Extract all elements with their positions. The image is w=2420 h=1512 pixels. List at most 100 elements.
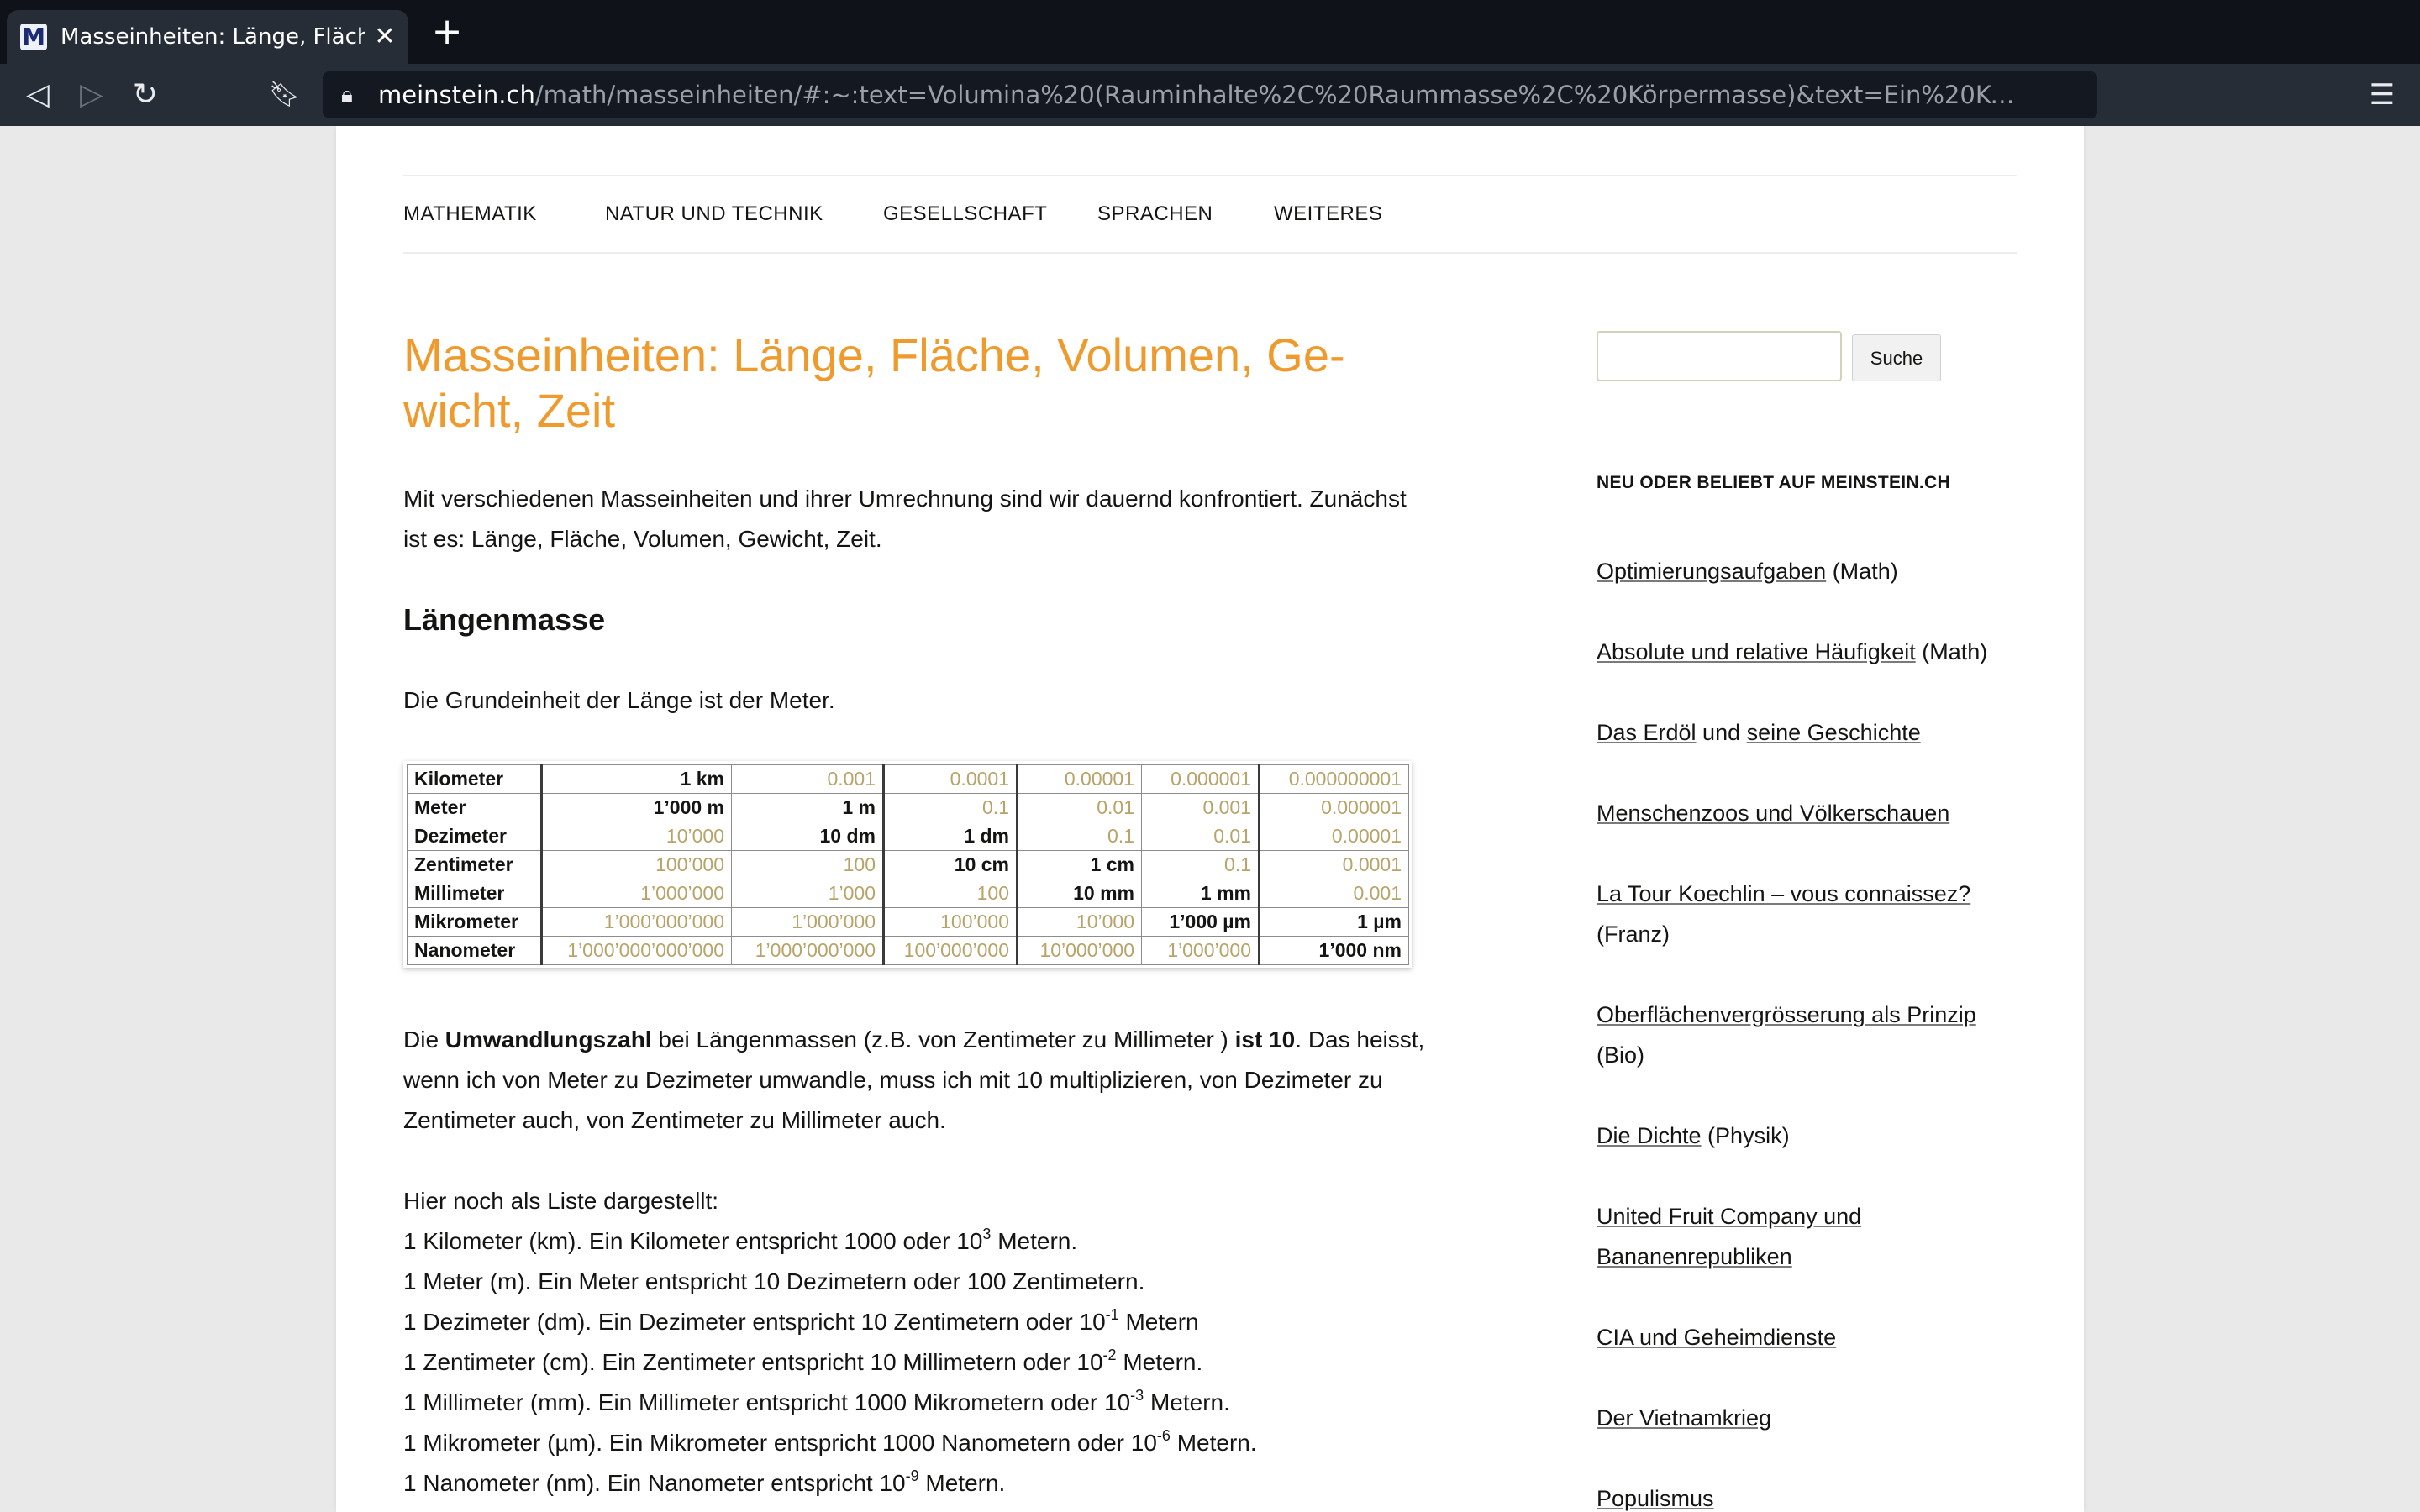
sidebar-link[interactable]: Die Dichte [1597,1123,1702,1148]
sidebar-link[interactable]: Oberflächenvergrösserung als Prinzip [1597,1002,1976,1027]
link-subject-tag: (Franz) [1597,921,1670,947]
table-cell: 0.001 [1258,879,1409,908]
sidebar-link[interactable]: CIA und Geheimdienste [1597,1325,1836,1350]
table-cell: 0.000001 [1258,793,1409,822]
sidebar-link-item: Menschenzoos und Völkerschauen [1597,793,2017,833]
browser-toolbar: ◁ ▷ ↻ 🔖︎ 🔒︎ meinstein.ch/math/masseinhei… [0,64,2420,126]
link-connector: und [1696,720,1747,745]
list-item: 1 Millimeter (mm). Ein Millimeter entspr… [403,1386,1230,1415]
table-cell: 1’000’000’000 [731,936,884,965]
table-cell: 0.001 [731,764,884,794]
nav-item-natur-und-technik[interactable]: NATUR UND TECHNIK [605,176,823,252]
table-cell: 0.1 [1016,822,1142,851]
table-cell: 0.000000001 [1258,764,1409,794]
table-cell: 100 [731,850,884,879]
sidebar-link[interactable]: Optimierungsaufgaben [1597,559,1826,584]
table-cell: 0.1 [882,793,1018,822]
conversion-paragraph: Die Umwandlungszahl bei Längenmassen (z.… [403,1026,1425,1133]
sidebar-link[interactable]: Absolute und relative Häufigkeit [1597,639,1916,664]
sidebar-link-item: CIA und Geheimdienste [1597,1317,2017,1357]
new-tab-button[interactable]: + [427,12,467,52]
intro-paragraph: Mit verschiedenen Masseinheiten und ihre… [403,486,1407,552]
reload-icon[interactable]: ↻ [124,64,166,126]
table-cell: 0.0001 [1258,850,1409,879]
table-cell: 1 µm [1258,907,1409,937]
table-cell: 1’000’000 [731,907,884,937]
table-cell: 1’000 µm [1141,907,1260,937]
tab-strip: M Masseinheiten: Länge, Fläche, Volumen,… [0,0,2420,64]
row-unit-name: Meter [407,793,542,822]
sidebar-link[interactable]: Das Erdöl [1597,720,1697,745]
table-cell: 1’000 [731,879,884,908]
row-unit-name: Kilometer [407,764,542,794]
list-item: 1 Dezimeter (dm). Ein Dezimeter entspric… [403,1305,1199,1335]
table-cell: 1 km [540,764,732,794]
table-cell: 0.00001 [1016,764,1142,794]
table-cell: 100’000’000 [882,936,1018,965]
search-button[interactable]: Suche [1852,334,1941,381]
sidebar-link-item: Absolute und relative Häufigkeit (Math) [1597,632,2017,672]
sidebar-link-item: Optimierungsaufgaben (Math) [1597,551,2017,591]
list-item: 1 Mikrometer (µm). Ein Mikrometer entspr… [403,1426,1257,1456]
table-cell: 1’000’000 [540,879,732,908]
table-cell: 10’000 [540,822,732,851]
table-cell: 10 mm [1016,879,1142,908]
table-row: Nanometer 1’000’000’000’000 1’000’000’000 1… [407,936,1409,965]
site-favicon-icon: M [20,24,47,50]
unit-list: 1 Kilometer (km). Ein Kilometer entspric… [403,1221,1412,1504]
lock-icon: 🔒︎ [341,82,353,108]
table-cell: 1’000 nm [1258,936,1409,965]
sidebar-link[interactable]: Der Vietnamkrieg [1597,1405,1771,1431]
forward-icon[interactable]: ▷ [71,64,113,126]
row-unit-name: Zentimeter [407,850,542,879]
table-cell: 1’000 m [540,793,732,822]
table-cell: 1 mm [1141,879,1260,908]
sidebar-link-item: Die Dichte (Physik) [1597,1116,2017,1156]
sidebar-link[interactable]: United Fruit Company und Bananenrepublik… [1597,1204,1861,1269]
row-unit-name: Dezimeter [407,822,542,851]
table-cell: 100’000 [882,907,1018,937]
section-heading-laengenmasse: Längenmasse [403,602,606,637]
table-cell: 1 dm [882,822,1018,851]
table-cell: 100 [882,879,1018,908]
sidebar-link[interactable]: La Tour Koechlin – vous connaissez? [1597,881,1970,906]
table-cell: 1’000’000 [1141,936,1260,965]
table-cell: 0.1 [1141,850,1260,879]
sidebar-link-item: United Fruit Company und Bananenrepublik… [1597,1196,2017,1277]
row-unit-name: Nanometer [407,936,542,965]
table-cell: 0.0001 [882,764,1018,794]
nav-item-gesellschaft[interactable]: GESELLSCHAFT [883,176,1047,252]
sidebar-link[interactable]: Populismus [1597,1486,1714,1511]
list-intro: Hier noch als Liste dargestellt: [403,1188,719,1214]
list-item: 1 Meter (m). Ein Meter entspricht 10 Dez… [403,1268,1145,1294]
nav-item-mathematik[interactable]: MATHEMATIK [403,176,537,252]
browser-tab[interactable]: M Masseinheiten: Länge, Fläche, Volumen,… [7,10,408,64]
search-input[interactable] [1597,331,1842,381]
bookmark-icon[interactable]: 🔖︎ [264,64,306,126]
row-unit-name: Millimeter [407,879,542,908]
page-container: MATHEMATIK NATUR UND TECHNIK GESELLSCHAF… [336,126,2084,1512]
nav-item-sprachen[interactable]: SPRACHEN [1097,176,1213,252]
address-bar[interactable]: 🔒︎ meinstein.ch/math/masseinheiten/#:~:t… [323,71,2097,118]
sidebar-link[interactable]: Menschenzoos und Völkerschauen [1597,801,1949,826]
length-conversion-table: Kilometer 1 km 0.001 0.0001 0.00001 0.000001 0… [403,761,1412,968]
sidebar-link[interactable]: seine Geschichte [1747,720,1921,745]
main-navigation: MATHEMATIK NATUR UND TECHNIK GESELLSCHAF… [403,175,2017,254]
table-cell: 10’000 [1016,907,1142,937]
table-cell: 0.001 [1141,793,1260,822]
url-text[interactable]: meinstein.ch/math/masseinheiten/#:~:text… [378,71,2025,118]
widget-title: NEU ODER BELIEBT AUF MEINSTEIN.CH [1597,473,1950,492]
table-cell: 10 cm [882,850,1018,879]
page-title: Masseinheiten: Länge, Fläche, Volumen, G… [403,328,1345,437]
table-cell: 10’000’000 [1016,936,1142,965]
link-subject-tag: (Math) [1826,559,1898,584]
nav-item-weiteres[interactable]: WEITERES [1274,176,1382,252]
back-icon[interactable]: ◁ [17,64,59,126]
table-cell: 100’000 [540,850,732,879]
list-item: 1 Kilometer (km). Ein Kilometer entspric… [403,1225,1078,1254]
close-tab-icon[interactable]: ✕ [365,10,405,64]
menu-icon[interactable]: ☰ [2361,64,2403,126]
link-subject-tag: (Math) [1915,639,1988,664]
table-row: Zentimeter 100’000 100 10 cm 1 cm 0.1 0.0001 [407,850,1409,879]
table-cell: 1’000’000’000’000 [540,936,732,965]
